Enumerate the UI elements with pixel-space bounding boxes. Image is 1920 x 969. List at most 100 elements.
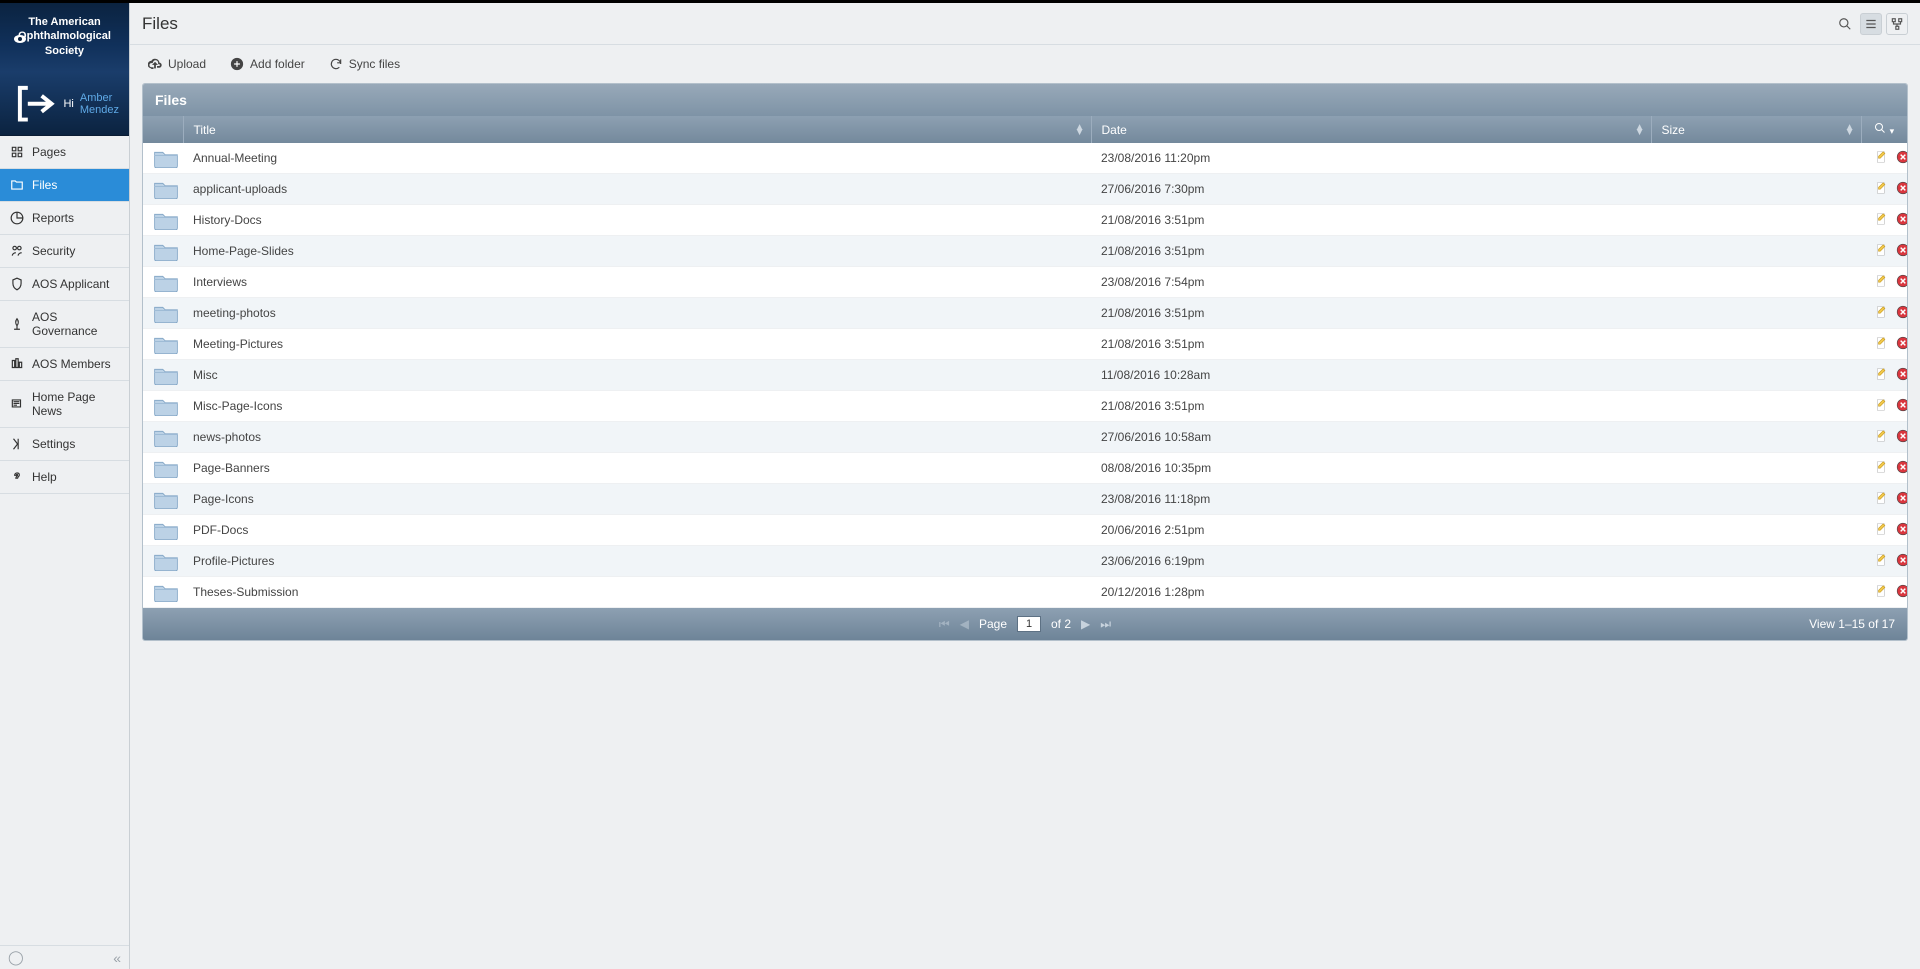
table-row[interactable]: Theses-Submission 20/12/2016 1:28pm [143, 577, 1907, 608]
edit-button[interactable] [1875, 491, 1889, 505]
table-row[interactable]: meeting-photos 21/08/2016 3:51pm [143, 298, 1907, 329]
table-row[interactable]: Page-Banners 08/08/2016 10:35pm [143, 453, 1907, 484]
list-view-button[interactable] [1860, 13, 1882, 35]
sidebar-item-aos-applicant[interactable]: AOS Applicant [0, 268, 129, 301]
sidebar-item-pages[interactable]: Pages [0, 136, 129, 169]
edit-button[interactable] [1875, 398, 1889, 412]
greeting-prefix: Hi [63, 98, 73, 110]
delete-button[interactable] [1896, 491, 1908, 505]
edit-button[interactable] [1875, 305, 1889, 319]
table-row[interactable]: news-photos 27/06/2016 10:58am [143, 422, 1907, 453]
delete-button[interactable] [1896, 336, 1908, 350]
cell-size [1651, 546, 1861, 577]
search-icon [1874, 122, 1886, 134]
tree-view-button[interactable] [1886, 13, 1908, 35]
sidebar-item-help[interactable]: Help [0, 461, 129, 494]
delete-button[interactable] [1896, 553, 1908, 567]
edit-button[interactable] [1875, 212, 1889, 226]
add-folder-button[interactable]: Add folder [230, 57, 305, 71]
pager-first-icon[interactable]: ⏮ [939, 617, 950, 632]
edit-button[interactable] [1875, 181, 1889, 195]
delete-button[interactable] [1896, 150, 1908, 164]
table-row[interactable]: Profile-Pictures 23/06/2016 6:19pm [143, 546, 1907, 577]
aos-governance-icon [10, 317, 24, 331]
sidebar-item-label: Pages [32, 145, 66, 159]
sync-files-button[interactable]: Sync files [329, 57, 400, 71]
upload-button[interactable]: Upload [148, 57, 206, 71]
page-title: Files [142, 14, 178, 34]
sidebar-footer: ◯ « [0, 945, 129, 969]
delete-button[interactable] [1896, 274, 1908, 288]
user-name-link[interactable]: Amber Mendez [80, 92, 119, 116]
edit-button[interactable] [1875, 460, 1889, 474]
folder-icon [153, 520, 179, 540]
sidebar-item-reports[interactable]: Reports [0, 202, 129, 235]
column-date[interactable]: Date ▲▼ [1091, 116, 1651, 143]
edit-button[interactable] [1875, 584, 1889, 598]
plus-circle-icon [230, 57, 244, 71]
settings-icon [10, 437, 24, 451]
column-search[interactable]: ▾ [1861, 116, 1907, 143]
pager-prev-icon[interactable]: ◀ [960, 617, 969, 631]
table-row[interactable]: History-Docs 21/08/2016 3:51pm [143, 205, 1907, 236]
column-title[interactable]: Title ▲▼ [183, 116, 1091, 143]
pager-page-input[interactable] [1017, 616, 1041, 632]
table-row[interactable]: Annual-Meeting 23/08/2016 11:20pm [143, 143, 1907, 174]
delete-button[interactable] [1896, 522, 1908, 536]
delete-button[interactable] [1896, 305, 1908, 319]
collapse-sidebar-icon[interactable]: « [113, 950, 121, 966]
table-row[interactable]: Meeting-Pictures 21/08/2016 3:51pm [143, 329, 1907, 360]
pager: ⏮ ◀ Page of 2 ▶ ⏭ [939, 616, 1111, 632]
edit-button[interactable] [1875, 274, 1889, 288]
security-icon [10, 244, 24, 258]
delete-button[interactable] [1896, 584, 1908, 598]
sidebar-item-security[interactable]: Security [0, 235, 129, 268]
logout-icon[interactable] [10, 80, 57, 127]
cell-size [1651, 453, 1861, 484]
sidebar-item-aos-governance[interactable]: AOS Governance [0, 301, 129, 348]
folder-icon [153, 458, 179, 478]
delete-button[interactable] [1896, 243, 1908, 257]
edit-button[interactable] [1875, 150, 1889, 164]
delete-icon [1896, 429, 1908, 443]
delete-button[interactable] [1896, 181, 1908, 195]
table-row[interactable]: applicant-uploads 27/06/2016 7:30pm [143, 174, 1907, 205]
table-row[interactable]: PDF-Docs 20/06/2016 2:51pm [143, 515, 1907, 546]
edit-button[interactable] [1875, 243, 1889, 257]
sidebar-item-aos-members[interactable]: AOS Members [0, 348, 129, 381]
folder-icon [153, 210, 179, 230]
edit-button[interactable] [1875, 429, 1889, 443]
dropdown-icon: ▾ [1890, 126, 1895, 136]
pager-next-icon[interactable]: ▶ [1081, 617, 1090, 631]
delete-button[interactable] [1896, 460, 1908, 474]
panel-footer: ⏮ ◀ Page of 2 ▶ ⏭ View 1–15 of 17 [143, 608, 1907, 640]
edit-button[interactable] [1875, 336, 1889, 350]
delete-button[interactable] [1896, 429, 1908, 443]
sidebar-item-home-page-news[interactable]: Home Page News [0, 381, 129, 428]
search-button[interactable] [1834, 13, 1856, 35]
cell-date: 27/06/2016 7:30pm [1091, 174, 1651, 205]
table-row[interactable]: Interviews 23/08/2016 7:54pm [143, 267, 1907, 298]
edit-button[interactable] [1875, 522, 1889, 536]
delete-icon [1896, 584, 1908, 598]
cell-title: Misc-Page-Icons [183, 391, 1091, 422]
edit-button[interactable] [1875, 367, 1889, 381]
edit-button[interactable] [1875, 553, 1889, 567]
cell-date: 27/06/2016 10:58am [1091, 422, 1651, 453]
delete-icon [1896, 181, 1908, 195]
files-panel: Files Title ▲▼ Date ▲▼ Si [142, 83, 1908, 641]
table-row[interactable]: Page-Icons 23/08/2016 11:18pm [143, 484, 1907, 515]
user-greeting: Hi Amber Mendez [0, 72, 129, 136]
sidebar-item-label: Reports [32, 211, 74, 225]
table-row[interactable]: Misc-Page-Icons 21/08/2016 3:51pm [143, 391, 1907, 422]
table-row[interactable]: Home-Page-Slides 21/08/2016 3:51pm [143, 236, 1907, 267]
delete-button[interactable] [1896, 398, 1908, 412]
delete-button[interactable] [1896, 212, 1908, 226]
sidebar-item-settings[interactable]: Settings [0, 428, 129, 461]
column-size[interactable]: Size ▲▼ [1651, 116, 1861, 143]
sort-icon: ▲▼ [1845, 125, 1855, 135]
delete-button[interactable] [1896, 367, 1908, 381]
pager-last-icon[interactable]: ⏭ [1100, 617, 1111, 632]
table-row[interactable]: Misc 11/08/2016 10:28am [143, 360, 1907, 391]
sidebar-item-files[interactable]: Files [0, 169, 129, 202]
